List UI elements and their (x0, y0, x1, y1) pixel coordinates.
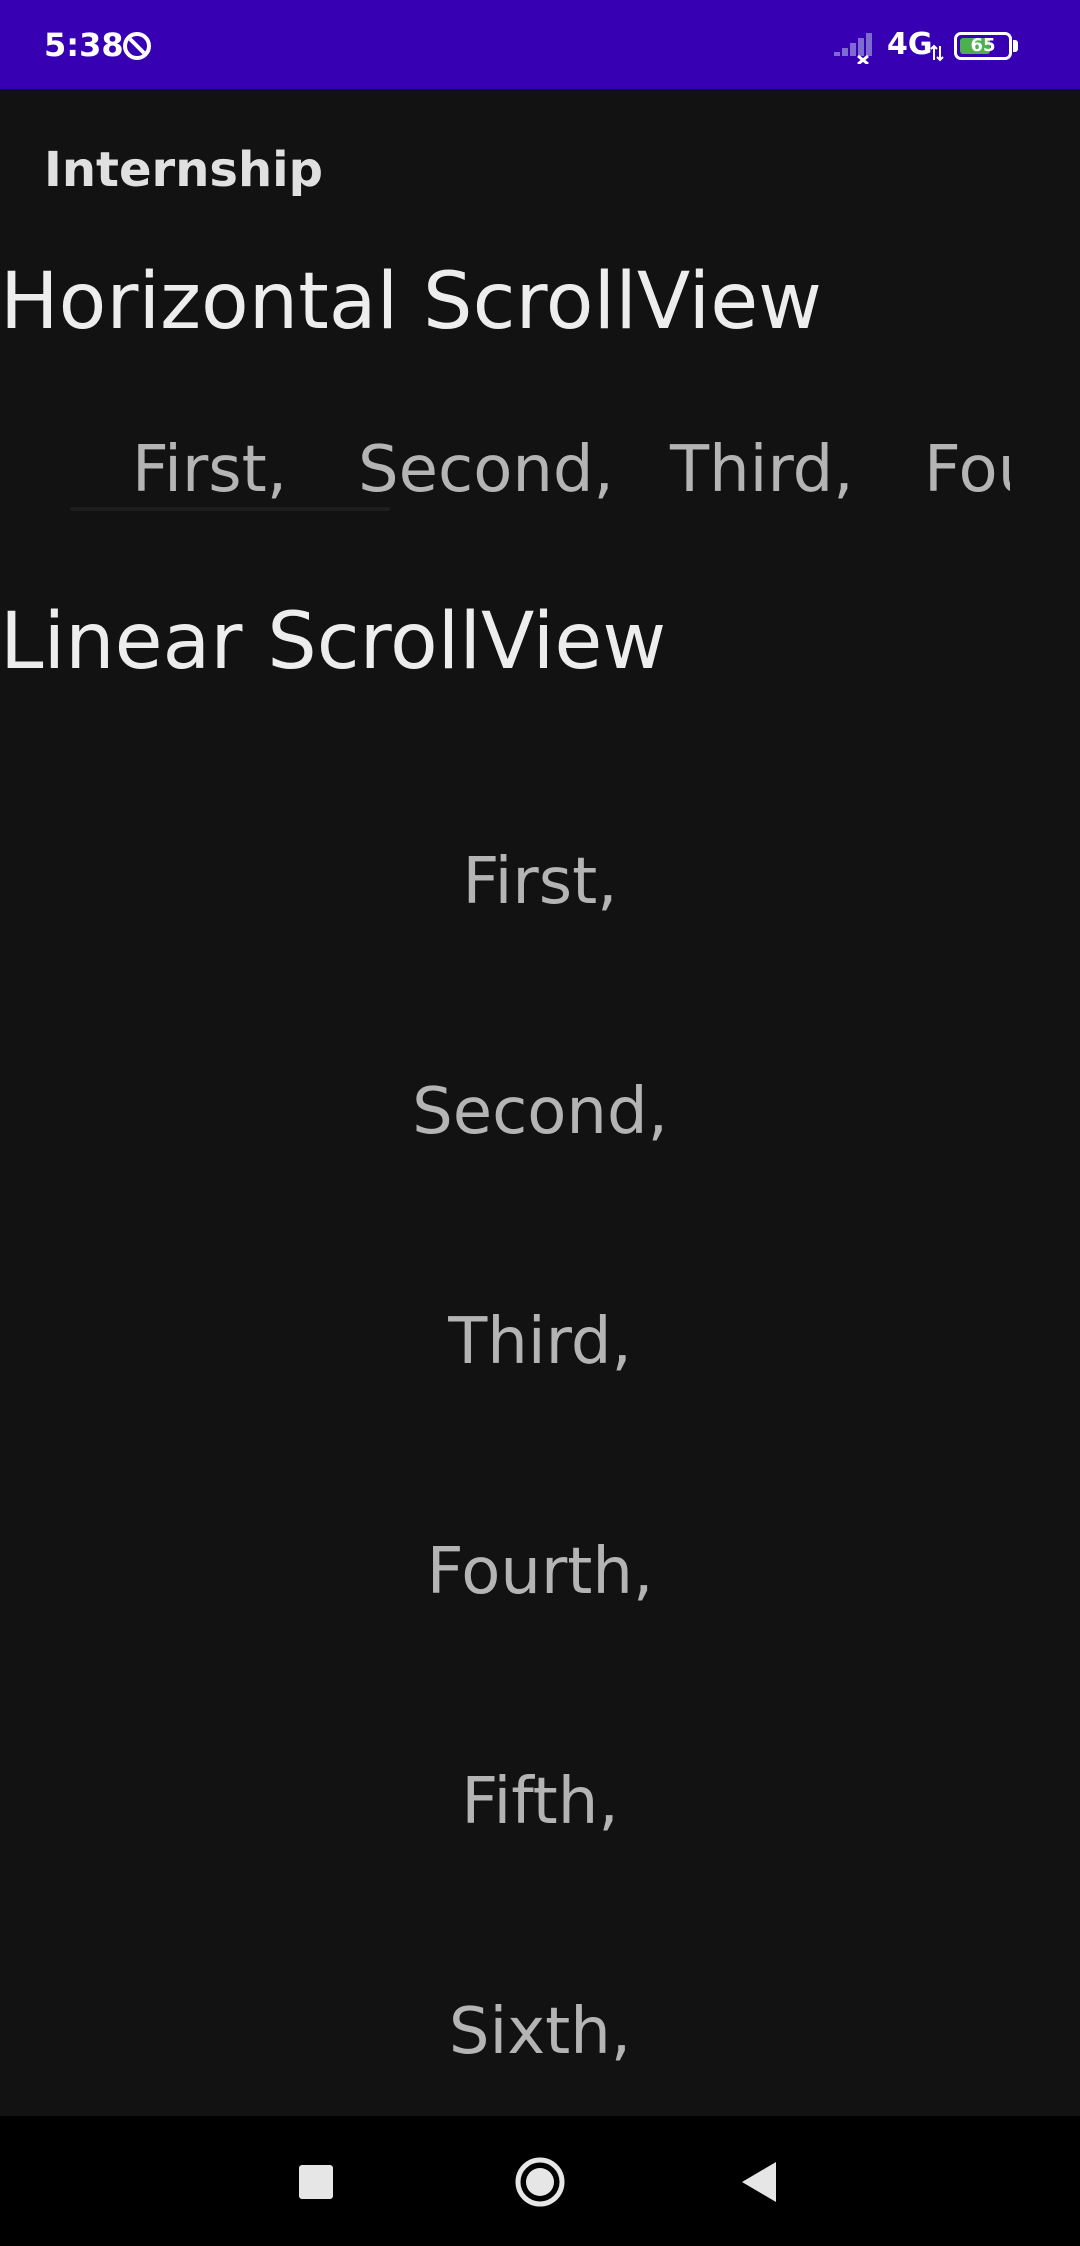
app-title: Internship (44, 142, 323, 198)
linear-item: Fifth, (461, 1765, 619, 1839)
linear-item: Fourth, (426, 1535, 654, 1609)
signal-no-service-icon (834, 33, 872, 64)
battery-level: 65 (970, 35, 996, 56)
linear-item: First, (462, 845, 618, 919)
app-screen: 5:38 4G 65 Internship Horizontal ScrollV… (0, 0, 1080, 2246)
horizontal-scrollbar[interactable] (70, 507, 390, 511)
horizontal-scroll-view[interactable]: First, Second, Third, Fou (70, 420, 1010, 520)
linear-scrollview-heading: Linear ScrollView (0, 597, 667, 687)
linear-item: Third, (448, 1305, 632, 1379)
horizontal-scrollview-heading: Horizontal ScrollView (0, 257, 822, 347)
recents-square-icon[interactable] (299, 2165, 333, 2199)
horizontal-item: First, (132, 433, 288, 507)
status-time: 5:38 (44, 26, 124, 64)
linear-scroll-view[interactable]: First, Second, Third, Fourth, Fifth, Six… (0, 790, 1080, 2115)
horizontal-item: Fou (924, 433, 1010, 507)
linear-item: Sixth, (448, 1995, 632, 2069)
network-type: 4G (887, 27, 933, 62)
horizontal-item: Second, (358, 433, 614, 507)
battery-icon: 65 (954, 32, 1012, 60)
data-activity-icon (930, 44, 944, 62)
status-bar: 5:38 4G 65 (0, 0, 1080, 89)
linear-item: Second, (412, 1075, 668, 1149)
do-not-disturb-icon (123, 32, 151, 60)
horizontal-item: Third, (670, 433, 854, 507)
home-circle-icon[interactable] (514, 2156, 566, 2208)
back-triangle-icon[interactable] (740, 2160, 780, 2204)
battery-tip (1013, 40, 1018, 52)
